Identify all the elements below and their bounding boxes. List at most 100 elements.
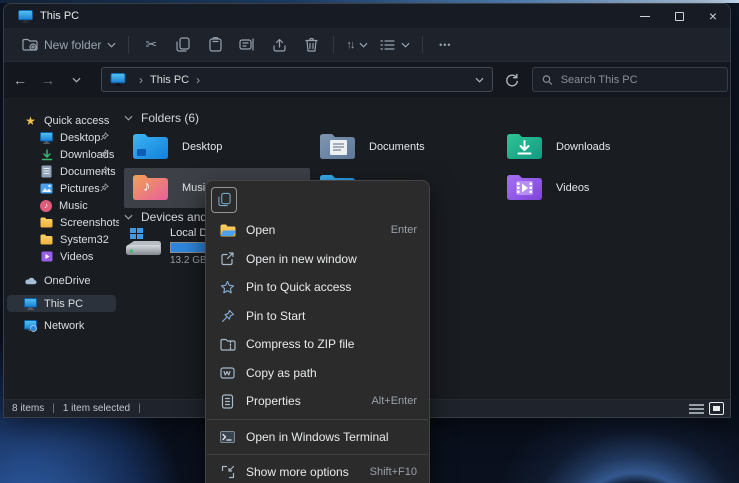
sidebar-item-label: Desktop (60, 132, 100, 144)
sidebar-item-videos[interactable]: Videos (7, 248, 116, 265)
sidebar-item-label: OneDrive (44, 275, 90, 287)
large-icons-view-button[interactable] (709, 402, 724, 415)
selected-count: 1 item selected (63, 403, 130, 414)
menu-item-shortcut: Alt+Enter (371, 395, 417, 407)
folder-tile-videos[interactable]: Videos (498, 168, 684, 208)
titlebar[interactable]: This PC × (4, 4, 730, 28)
rename-button[interactable] (231, 32, 263, 58)
sidebar-item-desktop[interactable]: Desktop (7, 129, 116, 146)
folder-tile-documents[interactable]: Documents (311, 127, 497, 167)
details-view-button[interactable] (689, 402, 704, 415)
documents-folder-icon (319, 132, 356, 162)
section-label: Folders (6) (141, 111, 199, 125)
sidebar-item-onedrive[interactable]: OneDrive (7, 272, 116, 289)
chevron-down-icon (107, 42, 116, 48)
sidebar-item-music[interactable]: ♪ Music (7, 197, 116, 214)
pin-icon (100, 132, 109, 141)
menu-item-label: Open in Windows Terminal (246, 430, 417, 444)
sidebar-item-this-pc[interactable]: This PC (7, 295, 116, 312)
menu-separator (207, 454, 428, 455)
delete-button[interactable] (295, 32, 327, 58)
this-pc-icon (18, 10, 33, 23)
menu-item-label: Pin to Quick access (246, 280, 417, 294)
ellipsis-icon: ••• (439, 40, 451, 50)
paste-icon (209, 37, 222, 52)
sidebar-item-quick-access[interactable]: ★ Quick access (7, 112, 116, 129)
share-button[interactable] (263, 32, 295, 58)
hard-drive-icon (124, 227, 164, 266)
breadcrumb-separator: › (139, 73, 143, 87)
view-options-icon (380, 39, 395, 51)
refresh-button[interactable] (500, 67, 524, 92)
menu-item-pin-to-quick-access[interactable]: Pin to Quick access (206, 273, 429, 302)
this-pc-icon (24, 297, 37, 310)
sidebar-item-label: Videos (60, 251, 93, 263)
sidebar-item-label: Pictures (60, 183, 100, 195)
copy-path-icon (219, 364, 236, 381)
menu-item-open-in-new-window[interactable]: Open in new window (206, 245, 429, 274)
copy-button[interactable] (167, 32, 199, 58)
sidebar-item-downloads[interactable]: Downloads (7, 146, 116, 163)
menu-item-label: Open in new window (246, 252, 417, 266)
search-box[interactable] (532, 67, 728, 92)
copy-quick-action[interactable] (211, 187, 237, 213)
menu-item-label: Pin to Start (246, 309, 417, 323)
maximize-button[interactable] (662, 4, 696, 28)
folder-tile-desktop[interactable]: Desktop (124, 127, 310, 167)
collapse-chevron-icon (124, 115, 133, 121)
sidebar-item-documents[interactable]: Documents (7, 163, 116, 180)
menu-item-properties[interactable]: Properties Alt+Enter (206, 387, 429, 416)
view-button[interactable] (374, 35, 416, 55)
close-button[interactable]: × (696, 4, 730, 28)
menu-item-show-more-options[interactable]: Show more options Shift+F10 (206, 458, 429, 483)
videos-folder-icon (506, 173, 543, 203)
trash-icon (305, 37, 318, 52)
sidebar-item-label: Network (44, 320, 84, 332)
pin-icon (100, 149, 109, 158)
minimize-button[interactable] (628, 4, 662, 28)
new-folder-label: New folder (44, 38, 101, 52)
context-menu: Open Enter Open in new window Pin to Qui… (205, 180, 430, 483)
paste-button[interactable] (199, 32, 231, 58)
items-count: 8 items (12, 403, 44, 414)
menu-item-copy-as-path[interactable]: Copy as path (206, 359, 429, 388)
sidebar-item-network[interactable]: Network (7, 317, 116, 334)
back-button[interactable]: ← (8, 68, 32, 92)
breadcrumb-separator: › (196, 73, 200, 87)
toolbar-divider (128, 36, 129, 54)
menu-item-shortcut: Enter (391, 224, 417, 236)
new-folder-button[interactable]: New folder (16, 34, 122, 56)
this-pc-icon (110, 73, 126, 86)
search-input[interactable] (561, 74, 718, 86)
menu-item-compress-to-zip[interactable]: Compress to ZIP file (206, 330, 429, 359)
forward-button[interactable]: → (36, 68, 60, 92)
sidebar-item-pictures[interactable]: Pictures (7, 180, 116, 197)
status-separator: | (138, 403, 141, 414)
toolbar-divider (422, 36, 423, 54)
menu-item-pin-to-start[interactable]: Pin to Start (206, 302, 429, 331)
folder-tile-label: Videos (556, 182, 589, 194)
recent-locations-button[interactable] (64, 68, 88, 92)
address-dropdown-icon[interactable] (475, 77, 484, 83)
folder-tile-label: Downloads (556, 141, 610, 153)
navigation-bar: ← → ↑ › This PC › (4, 62, 730, 97)
sidebar-item-screenshots[interactable]: Screenshots (7, 214, 116, 231)
sort-button[interactable]: ↑↓ (340, 35, 374, 55)
folders-section-header[interactable]: Folders (6) (124, 111, 199, 125)
sidebar-item-system32[interactable]: System32 (7, 231, 116, 248)
videos-icon (40, 250, 53, 263)
menu-item-open[interactable]: Open Enter (206, 216, 429, 245)
pin-icon (100, 183, 109, 192)
new-window-icon (219, 250, 236, 267)
menu-item-shortcut: Shift+F10 (370, 466, 417, 478)
breadcrumb-this-pc[interactable]: This PC (150, 74, 189, 86)
folder-tile-downloads[interactable]: Downloads (498, 127, 684, 167)
address-bar[interactable]: › This PC › (101, 67, 493, 92)
rename-icon (239, 38, 255, 51)
menu-item-label: Properties (246, 394, 371, 408)
more-options-button[interactable]: ••• (429, 32, 461, 58)
cut-button[interactable]: ✂ (135, 32, 167, 58)
menu-item-open-in-windows-terminal[interactable]: Open in Windows Terminal (206, 423, 429, 452)
menu-item-label: Show more options (246, 465, 370, 479)
sidebar-item-label: Quick access (44, 115, 109, 127)
